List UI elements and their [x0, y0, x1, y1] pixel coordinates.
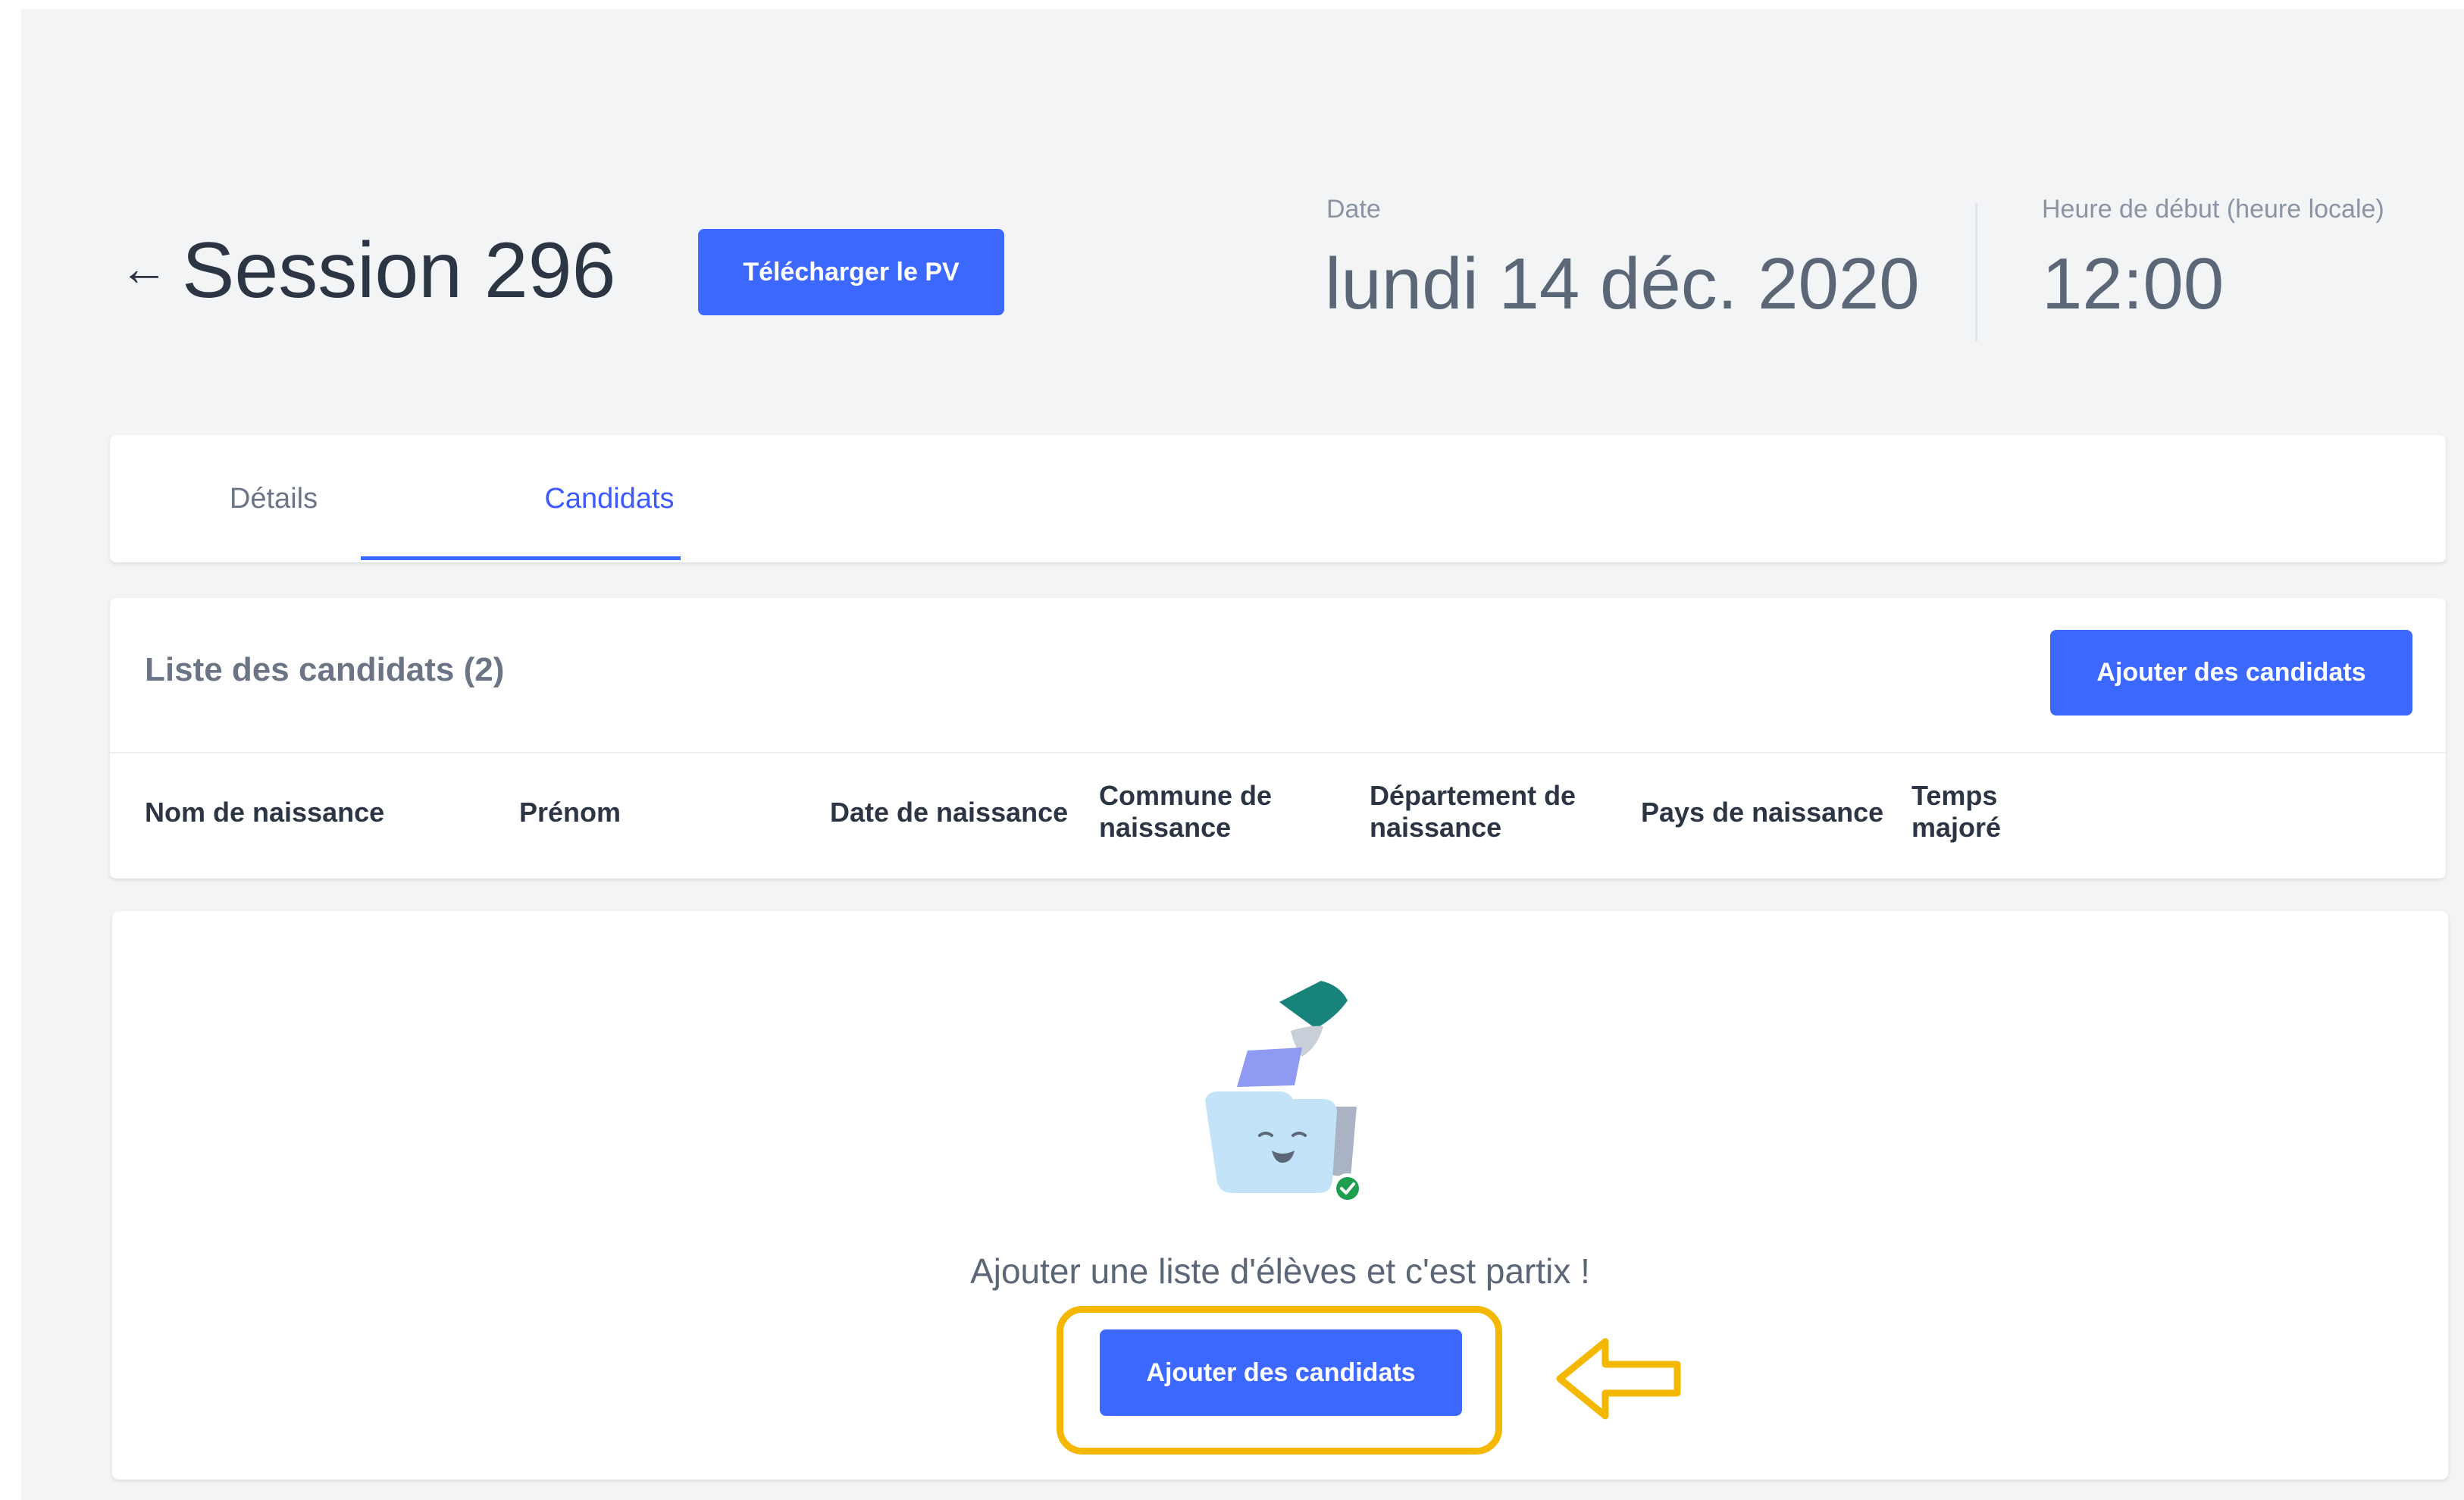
- highlight-box: [1057, 1306, 1502, 1455]
- list-divider: [110, 752, 2446, 753]
- column-header-nom[interactable]: Nom de naissance: [145, 797, 478, 828]
- header-divider: [1975, 203, 1977, 341]
- page-title: Session 296: [182, 227, 616, 315]
- date-value: lundi 14 déc. 2020: [1325, 243, 1920, 324]
- empty-state-message: Ajouter une liste d'élèves et c'est part…: [970, 1251, 1590, 1291]
- back-arrow-icon[interactable]: ←: [120, 244, 168, 293]
- column-header-departement[interactable]: Département de naissance: [1370, 780, 1612, 844]
- tabs-bar: Détails Candidats: [110, 435, 2446, 562]
- time-label: Heure de début (heure locale): [2042, 195, 2384, 224]
- date-label: Date: [1326, 195, 1381, 224]
- active-tab-indicator: [361, 556, 681, 560]
- download-pv-button[interactable]: Télécharger le PV: [698, 229, 1004, 315]
- column-header-pays[interactable]: Pays de naissance: [1641, 797, 1899, 828]
- tab-details[interactable]: Détails: [110, 435, 437, 562]
- column-header-date-naissance[interactable]: Date de naissance: [830, 797, 1088, 828]
- add-candidates-button[interactable]: Ajouter des candidats: [2050, 630, 2412, 716]
- callout-arrow-icon: [1556, 1338, 1681, 1420]
- empty-folder-illustration: [1205, 981, 1363, 1204]
- time-value: 12:00: [2042, 243, 2224, 324]
- candidates-list-card: Liste des candidats (2) Ajouter des cand…: [110, 598, 2446, 878]
- candidates-list-title: Liste des candidats (2): [145, 651, 505, 688]
- tab-candidats[interactable]: Candidats: [449, 435, 769, 562]
- column-header-commune[interactable]: Commune de naissance: [1099, 780, 1311, 844]
- app-window: ← Session 296 Télécharger le PV Date lun…: [21, 9, 2464, 1500]
- column-header-temps-majore[interactable]: Temps majoré: [1911, 780, 2025, 844]
- column-header-prenom[interactable]: Prénom: [519, 797, 792, 828]
